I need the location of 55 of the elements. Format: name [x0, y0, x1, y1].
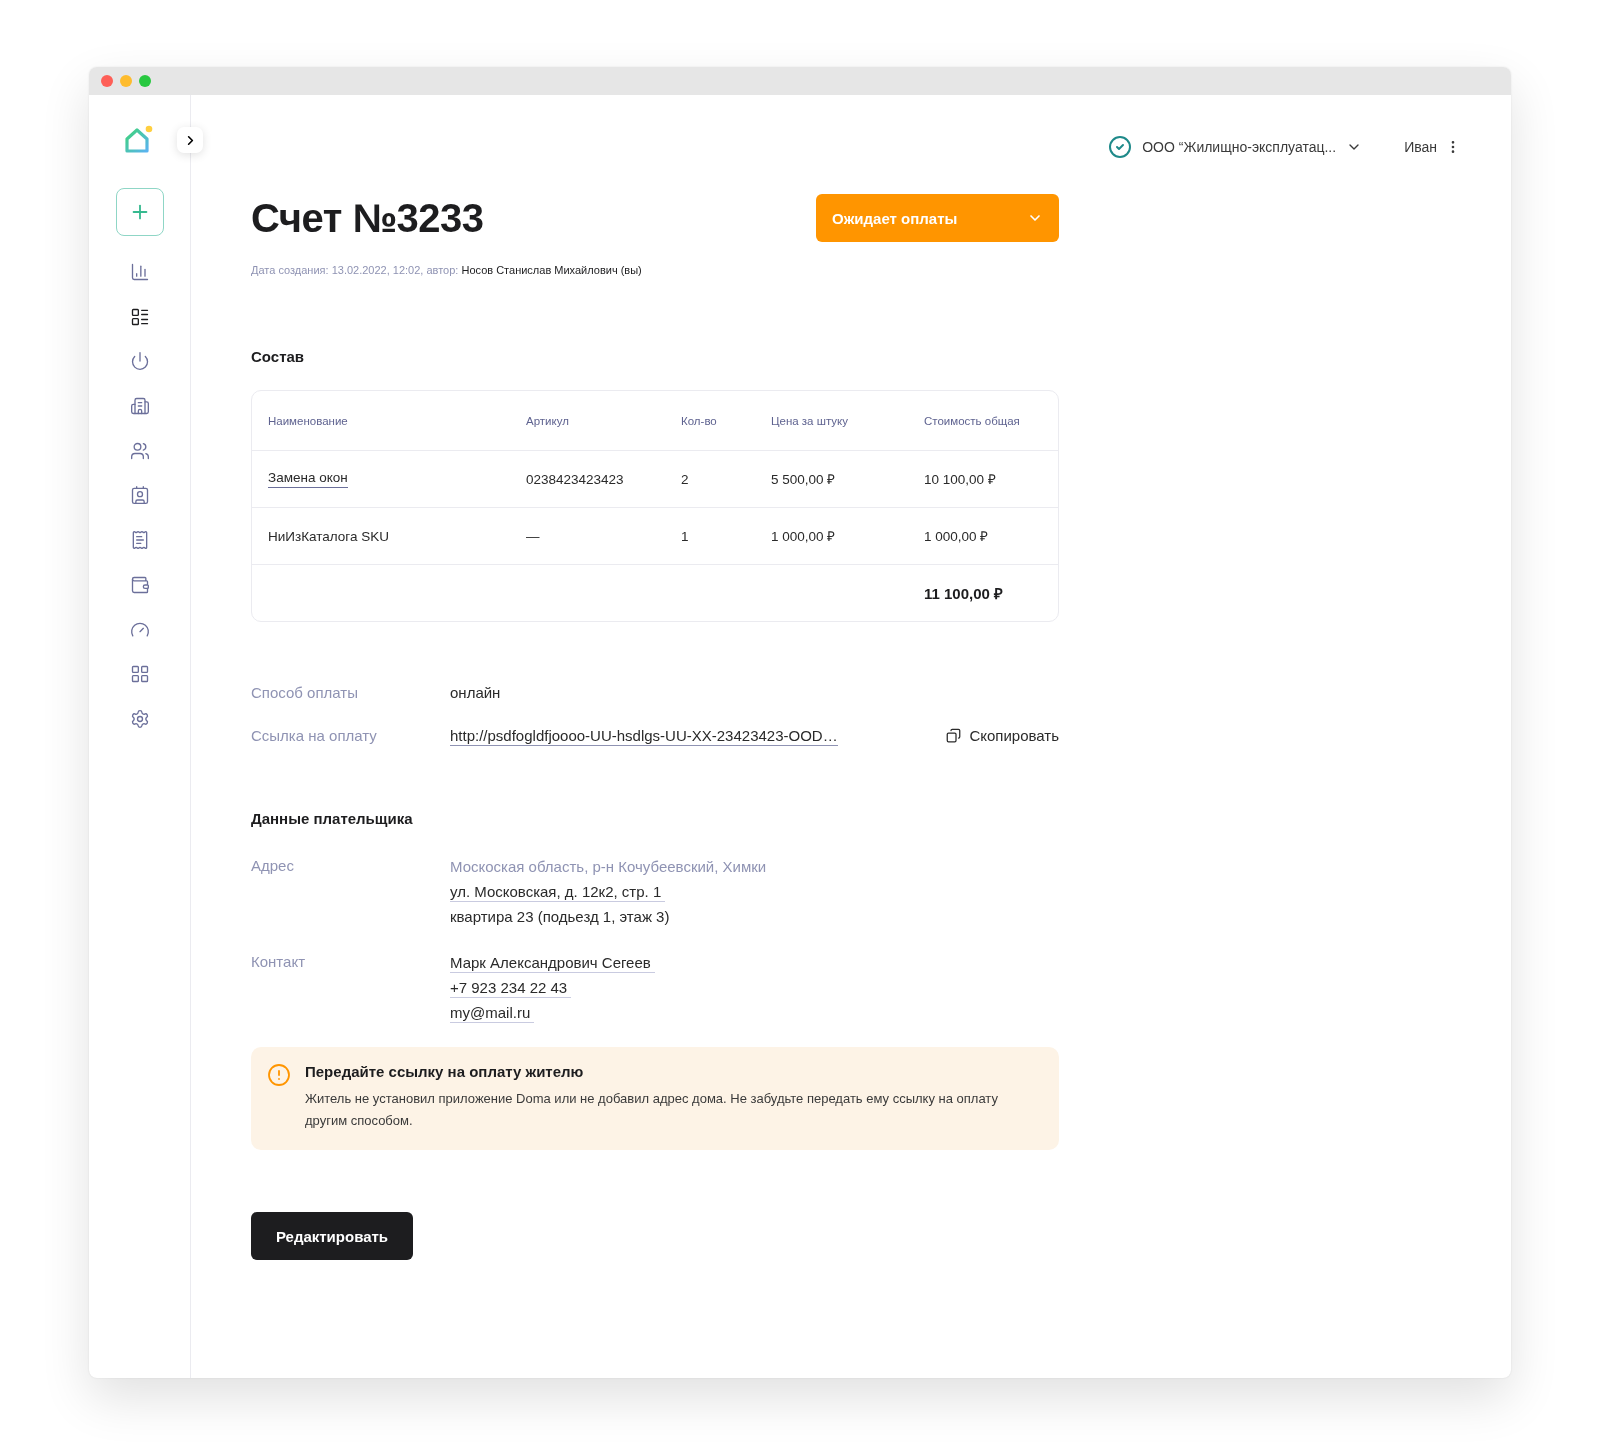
- window-control-dot[interactable]: [139, 75, 151, 87]
- wallet-icon[interactable]: [129, 574, 150, 595]
- field-label: Ссылка на оплату: [251, 727, 378, 744]
- column-header: Цена за штуку: [771, 414, 849, 427]
- payer-link[interactable]: ул. Московская, д. 12к2, стр. 1: [450, 882, 666, 902]
- table-cell-text: НиИзКаталога SKU: [268, 528, 390, 544]
- field-label: Контакт: [251, 953, 306, 970]
- invoice-title: Счет №3233: [251, 195, 484, 241]
- edit-button[interactable]: Редактировать: [251, 1212, 413, 1260]
- payer-link[interactable]: my@mail.ru: [450, 1003, 535, 1023]
- column-header: Кол-во: [681, 414, 718, 427]
- check-circle-icon: [1108, 135, 1133, 159]
- grid-icon[interactable]: [129, 664, 150, 685]
- payer-detail: квартира 23 (подьезд 1, этаж 3): [450, 907, 670, 927]
- chart-icon[interactable]: [129, 262, 150, 282]
- table-cell-text: 0238423423423: [526, 471, 625, 487]
- section-title: Состав: [251, 348, 306, 365]
- list-icon[interactable]: [129, 306, 150, 327]
- user-menu[interactable]: Иван: [1404, 139, 1461, 155]
- table-cell-text: 1 000,00 ₽: [924, 528, 990, 545]
- table-cell-text: 1 000,00 ₽: [771, 528, 837, 545]
- id-card-icon[interactable]: [129, 485, 150, 506]
- alert-icon: [267, 1063, 291, 1087]
- copy-button[interactable]: Скопировать: [946, 727, 1059, 744]
- section-title: Данные плательщика: [251, 810, 414, 827]
- payer-link[interactable]: Марк Александрович Сегеев: [450, 953, 655, 973]
- table-cell-text: 1: [681, 528, 690, 544]
- expand-button[interactable]: [177, 127, 203, 153]
- field-label: Способ оплаты: [251, 684, 359, 701]
- notice-title: Передайте ссылку на оплату жителю: [305, 1063, 585, 1080]
- column-header: Артикул: [526, 414, 570, 427]
- field-label: Адрес: [251, 857, 295, 874]
- copy-icon: [946, 728, 962, 743]
- column-header: Наименование: [268, 414, 349, 427]
- payment-link[interactable]: http://psdfogldfjoooo-UU-hsdlgs-UU-XX-23423423-OOD…: [450, 727, 838, 746]
- payment-method: онлайн: [450, 684, 502, 701]
- table-cell-text: —: [526, 528, 541, 544]
- building-icon[interactable]: [129, 396, 150, 417]
- table-cell-text: 2: [681, 471, 690, 487]
- organization-selector[interactable]: ООО “Жилищно-эксплуатац...: [1108, 135, 1363, 159]
- power-icon[interactable]: [129, 351, 150, 372]
- settings-icon[interactable]: [129, 708, 150, 729]
- column-header: Стоимость общая: [924, 414, 1021, 427]
- people-icon[interactable]: [129, 440, 150, 461]
- total-amount: 11 100,00 ₽: [924, 584, 1005, 603]
- window-control-dot[interactable]: [120, 75, 132, 87]
- payer-link[interactable]: +7 923 234 22 43: [450, 978, 572, 998]
- window-control-dot[interactable]: [101, 75, 113, 87]
- table-cell-text: 5 500,00 ₽: [771, 471, 837, 488]
- notice-text: Житель не установил приложение Doma или не добавил адрес дома. Не забудьте передать ему ссылку на оплату другим способом.: [305, 1090, 999, 1130]
- creation-meta: Дата создания: 13.02.2022, 12:02, автор:: [251, 264, 459, 276]
- item-link[interactable]: Замена окон: [268, 470, 348, 488]
- payer-detail: Москоская область, р-н Кочубеевский, Химки: [450, 857, 767, 877]
- table-cell-text: 10 100,00 ₽: [924, 471, 997, 488]
- author-name: Носов Станислав Михайлович (вы): [461, 264, 642, 276]
